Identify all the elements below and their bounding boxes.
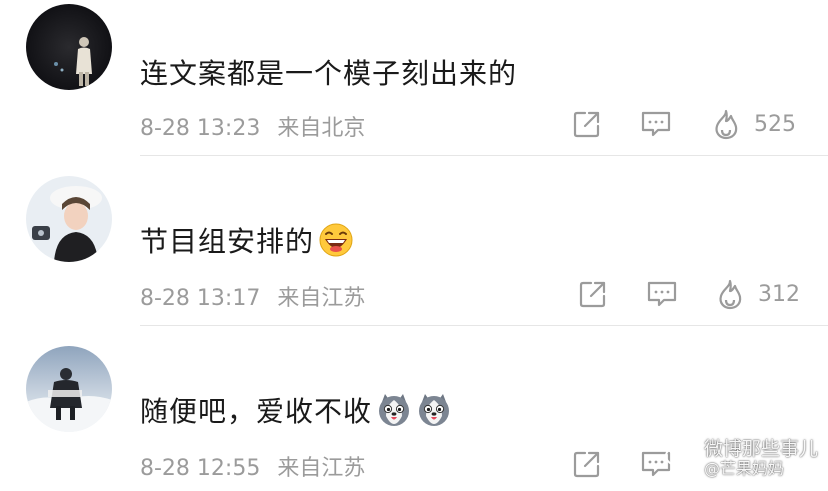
comment-icon	[641, 111, 671, 137]
avatar[interactable]	[26, 4, 112, 90]
husky-emoji-icon	[416, 392, 452, 428]
like-count: 525	[754, 111, 796, 137]
like-count: 312	[758, 281, 800, 307]
comment-text-body: 连文案都是一个模子刻出来的	[140, 57, 518, 90]
comment-actions: 312	[0, 276, 828, 312]
avatar[interactable]	[26, 176, 112, 262]
share-button[interactable]	[578, 276, 608, 312]
comment-text: 连文案都是一个模子刻出来的	[140, 52, 517, 92]
share-button[interactable]	[572, 106, 602, 142]
share-button[interactable]	[572, 446, 602, 482]
comment-text-body: 随便吧，爱收不收	[140, 395, 373, 428]
divider	[140, 325, 828, 326]
comment-item: 连文案都是一个模子刻出来的 8-28 13:23 来自北京 525	[0, 0, 828, 160]
watermark-title: 微博那些事儿	[703, 438, 818, 460]
watermark-handle: @芒果妈妈	[703, 459, 784, 478]
flame-icon	[715, 109, 738, 140]
comment-button[interactable]	[646, 276, 678, 312]
share-icon	[573, 111, 600, 138]
comment-actions: 525	[0, 106, 828, 142]
flame-icon	[719, 279, 742, 310]
comment-text-body: 节目组安排的	[140, 225, 315, 258]
comment-text: 随便吧，爱收不收	[140, 390, 452, 430]
share-icon	[579, 281, 606, 308]
watermark: 微博那些事儿 @芒果妈妈	[664, 439, 818, 479]
comment-text: 节目组安排的	[140, 220, 354, 260]
like-button[interactable]: 312	[716, 276, 800, 312]
comment-feed: 连文案都是一个模子刻出来的 8-28 13:23 来自北京 525 节目组安排的…	[0, 0, 828, 491]
comment-button[interactable]	[640, 106, 672, 142]
divider	[140, 155, 828, 156]
laughing-emoji-icon	[318, 222, 354, 258]
share-icon	[573, 451, 600, 478]
husky-emoji-icon	[376, 392, 412, 428]
like-button[interactable]: 525	[712, 106, 796, 142]
comment-item: 节目组安排的 8-28 13:17 来自江苏 312	[0, 170, 828, 330]
comment-icon	[647, 281, 677, 307]
avatar[interactable]	[26, 346, 112, 432]
wechat-logo-icon	[664, 446, 696, 471]
